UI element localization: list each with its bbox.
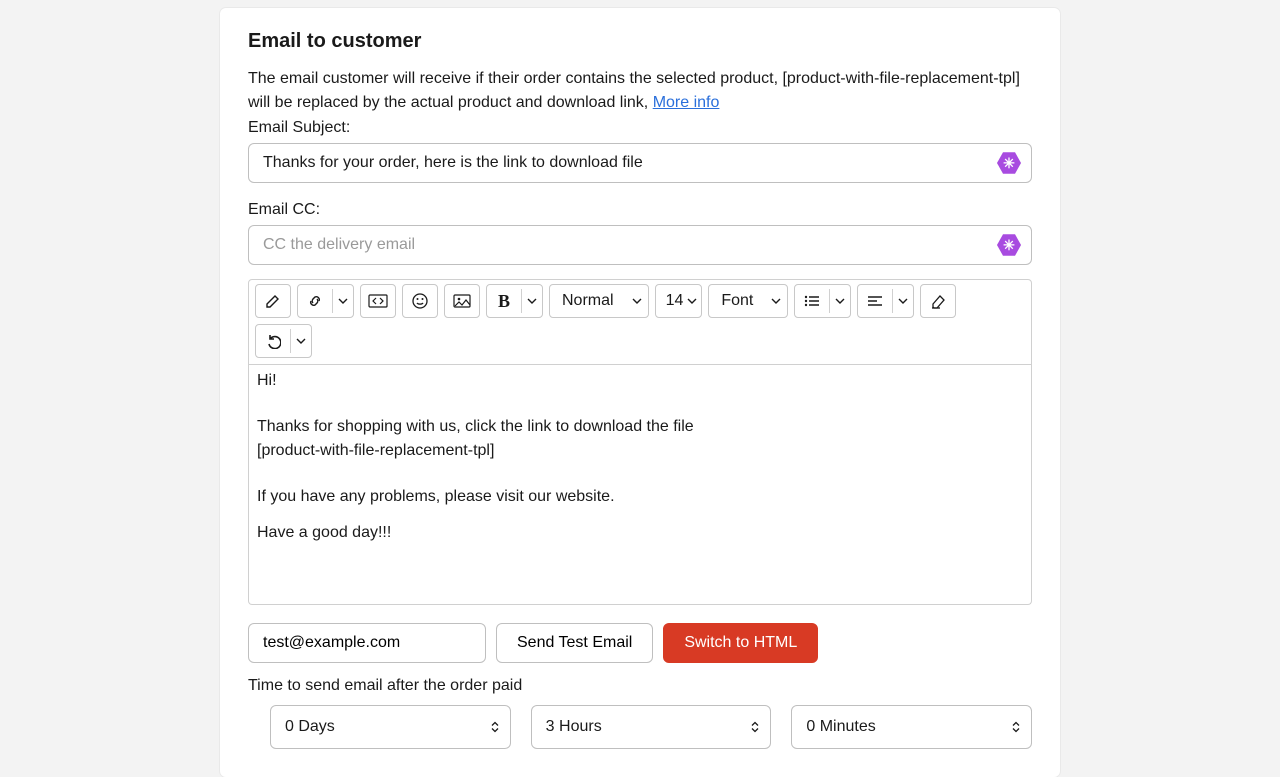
emoji-icon[interactable] [403, 285, 437, 317]
editor-toolbar: B Normal 14 Font [248, 279, 1032, 365]
body-line: Have a good day!!! [257, 521, 1023, 545]
edit-icon[interactable] [256, 285, 290, 317]
subject-input[interactable] [248, 143, 1032, 183]
card-desc-text: The email customer will receive if their… [248, 70, 1020, 111]
email-settings-card: Email to customer The email customer wil… [220, 8, 1060, 777]
card-desc: The email customer will receive if their… [248, 67, 1032, 115]
link-dropdown-icon[interactable] [333, 285, 353, 317]
more-info-link[interactable]: More info [653, 94, 720, 111]
delay-row: 0 Days 3 Hours 0 Minutes [248, 705, 1032, 749]
font-family-select[interactable]: Font [709, 285, 787, 317]
align-icon[interactable] [858, 285, 892, 317]
bold-icon[interactable]: B [487, 285, 521, 317]
undo-icon[interactable] [256, 325, 290, 357]
cc-label: Email CC: [248, 201, 1032, 219]
body-line: [product-with-file-replacement-tpl] [257, 439, 1023, 463]
bold-dropdown-icon[interactable] [522, 285, 542, 317]
switch-html-button[interactable]: Switch to HTML [663, 623, 818, 663]
minutes-select[interactable]: 0 Minutes [791, 705, 1032, 749]
subject-label: Email Subject: [248, 119, 1032, 137]
body-line: Thanks for shopping with us, click the l… [257, 415, 1023, 439]
body-line: Hi! [257, 369, 1023, 393]
days-select[interactable]: 0 Days [270, 705, 511, 749]
ai-magic-icon[interactable]: ✳ [996, 150, 1022, 176]
clear-format-icon[interactable] [921, 285, 955, 317]
undo-dropdown-icon[interactable] [291, 325, 311, 357]
card-title: Email to customer [248, 30, 1032, 53]
paragraph-style-value: Normal [562, 292, 614, 310]
body-line: If you have any problems, please visit o… [257, 485, 1023, 509]
ai-magic-icon[interactable]: ✳ [996, 232, 1022, 258]
list-icon[interactable] [795, 285, 829, 317]
delay-label: Time to send email after the order paid [248, 677, 1032, 695]
test-actions: Send Test Email Switch to HTML [248, 623, 1032, 663]
code-block-icon[interactable] [361, 285, 395, 317]
cc-input-wrap: ✳ [248, 225, 1032, 265]
align-dropdown-icon[interactable] [893, 285, 913, 317]
font-family-value: Font [721, 292, 753, 310]
list-dropdown-icon[interactable] [830, 285, 850, 317]
test-email-input[interactable] [248, 623, 486, 663]
link-icon[interactable] [298, 285, 332, 317]
subject-input-wrap: ✳ [248, 143, 1032, 183]
font-size-value: 14 [666, 292, 684, 310]
hours-select[interactable]: 3 Hours [531, 705, 772, 749]
cc-input[interactable] [248, 225, 1032, 265]
paragraph-style-select[interactable]: Normal [550, 285, 648, 317]
send-test-button[interactable]: Send Test Email [496, 623, 653, 663]
font-size-select[interactable]: 14 [656, 285, 702, 317]
image-icon[interactable] [445, 285, 479, 317]
email-body-editor[interactable]: Hi! Thanks for shopping with us, click t… [248, 365, 1032, 605]
